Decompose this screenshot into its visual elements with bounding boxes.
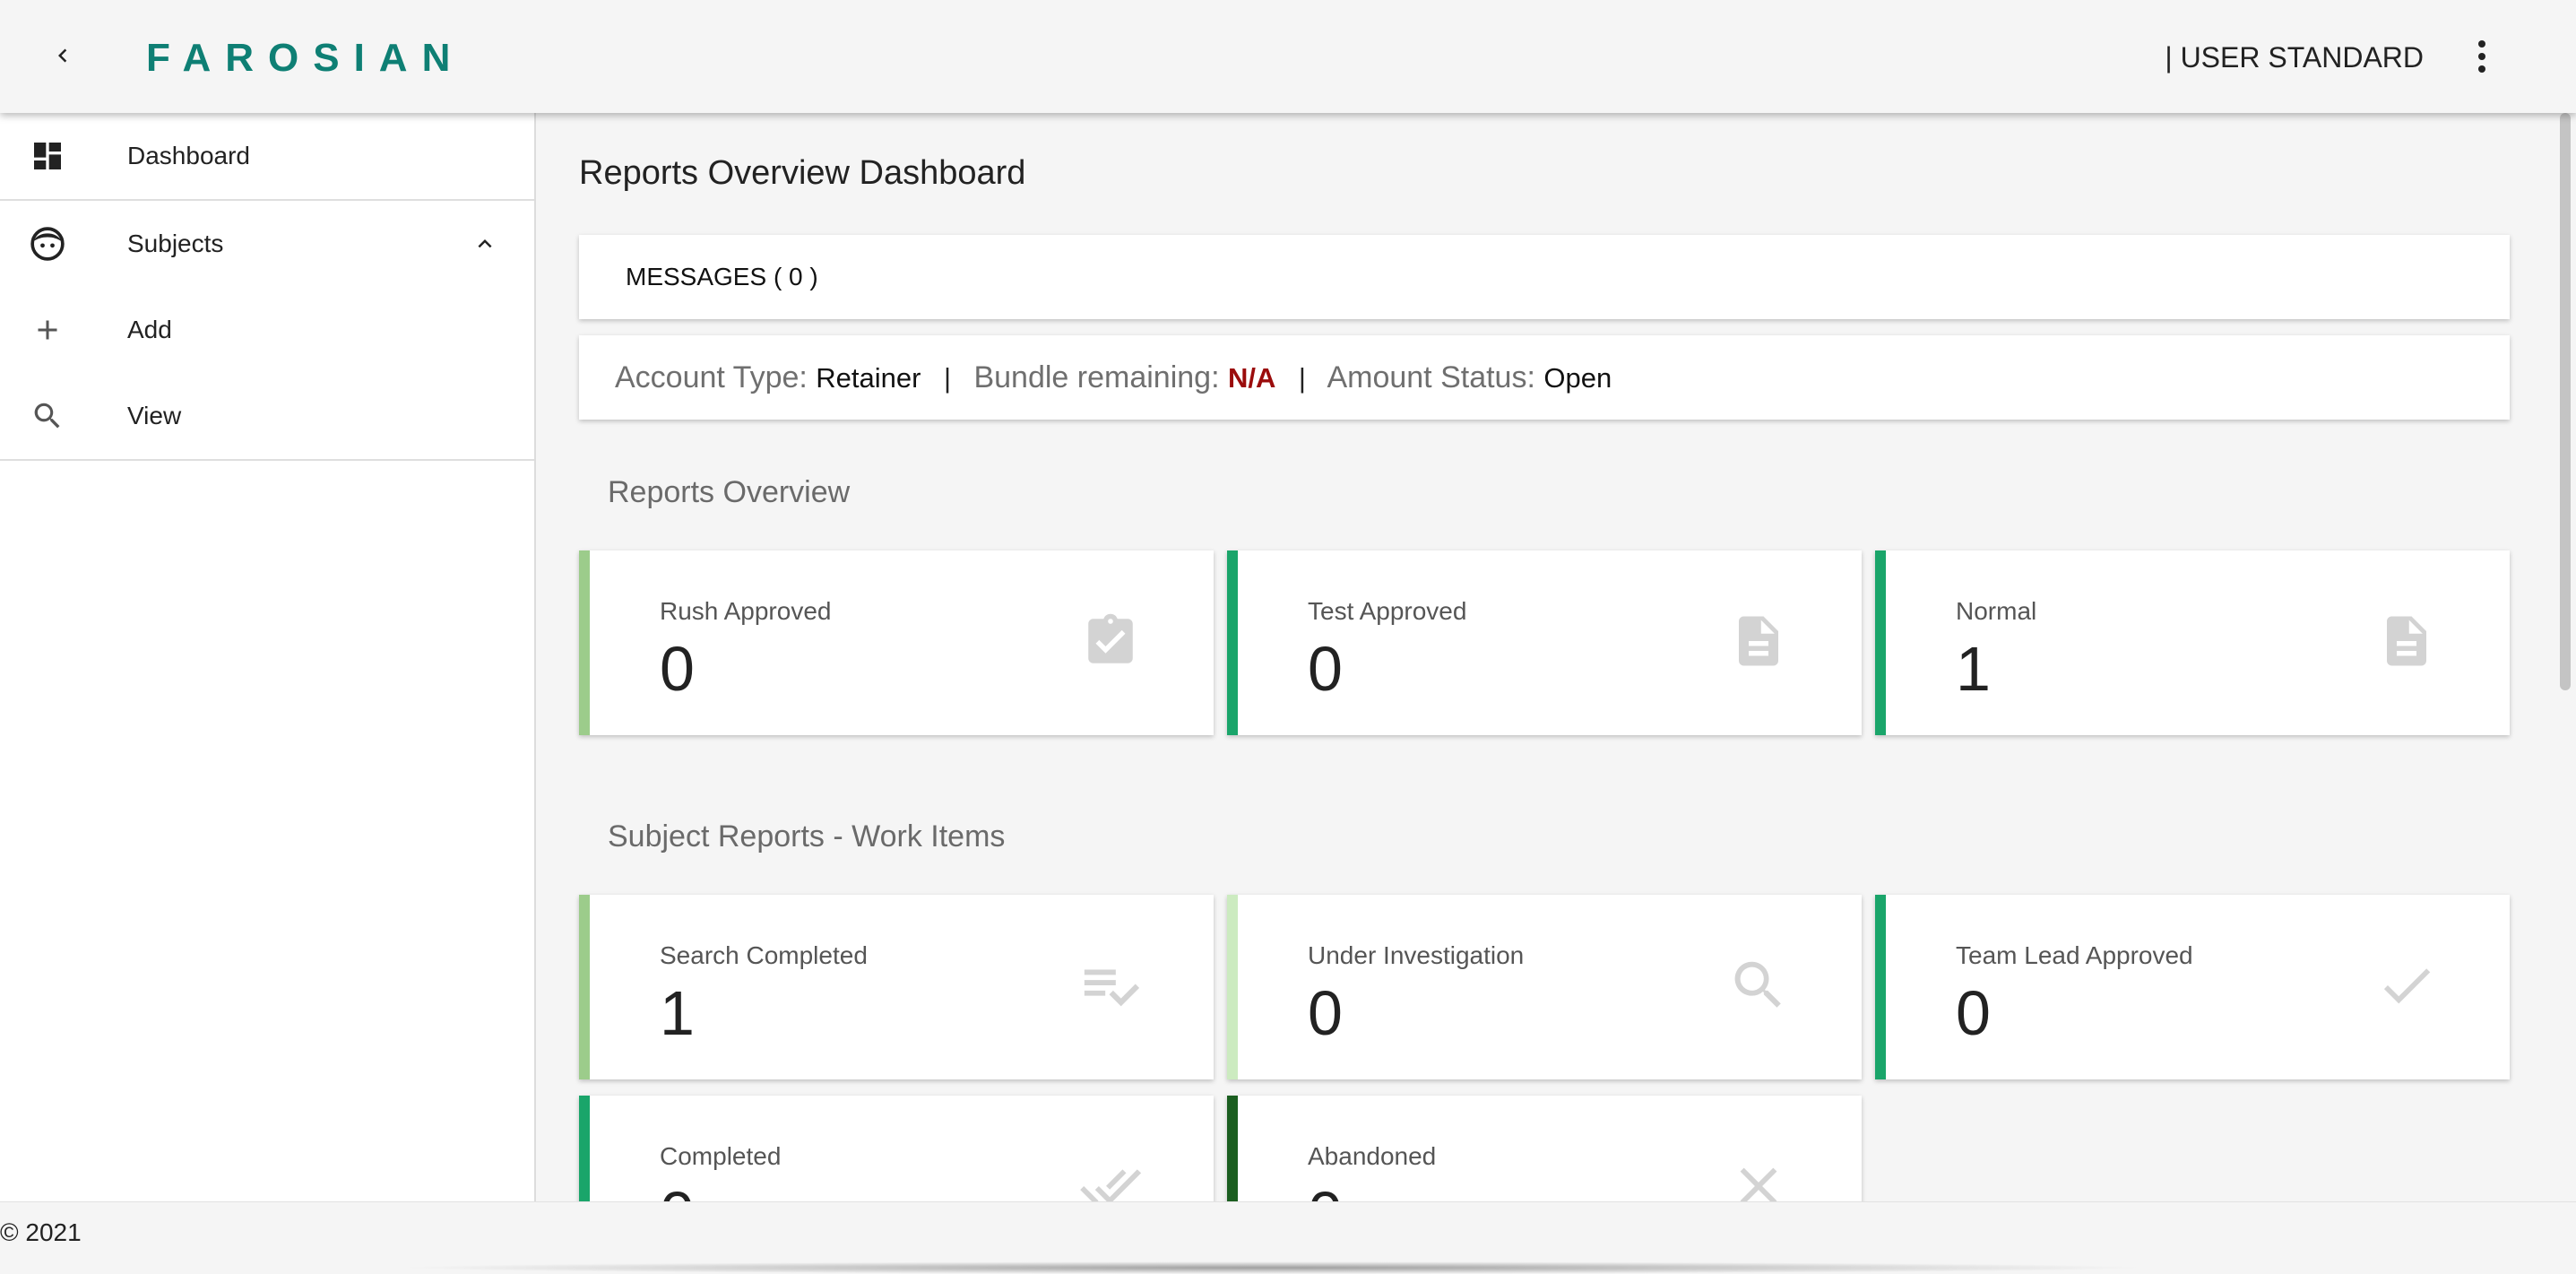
card-label: Abandoned — [1308, 1142, 1437, 1170]
card-value: 0 — [1308, 1178, 1343, 1201]
sidebar-item-subjects[interactable]: Subjects — [0, 201, 534, 287]
brand-logo[interactable]: FAROSIAN — [146, 36, 464, 81]
amount-status-value: Open — [1543, 362, 1612, 394]
separator: | — [1298, 362, 1306, 394]
user-role-label: | USER STANDARD — [2165, 41, 2424, 74]
card-completed[interactable]: Completed 0 — [579, 1096, 1214, 1201]
playlist-check-icon — [1079, 954, 1142, 1017]
account-type-key: Account Type: — [615, 360, 808, 394]
card-label: Normal — [1956, 597, 2037, 625]
check-icon — [2375, 954, 2438, 1017]
sidebar-item-label: Dashboard — [127, 142, 250, 169]
account-info-line: Account Type: Retainer | Bundle remainin… — [615, 360, 1612, 395]
amount-status-key: Amount Status: — [1327, 360, 1535, 394]
card-value: 0 — [1308, 634, 1343, 704]
card-value: 0 — [660, 1178, 695, 1201]
face-icon — [27, 223, 68, 264]
card-team-lead-approved[interactable]: Team Lead Approved 0 — [1875, 895, 2510, 1079]
chevron-left-icon — [58, 48, 67, 63]
work-items-title: Subject Reports - Work Items — [608, 819, 1006, 854]
sidebar-item-label: View — [127, 402, 182, 429]
footer-shadow — [394, 1261, 2151, 1274]
card-test-approved[interactable]: Test Approved 0 — [1227, 550, 1862, 735]
chevron-up-icon[interactable] — [470, 229, 500, 259]
card-label: Completed — [660, 1142, 782, 1170]
card-search-completed[interactable]: Search Completed 1 — [579, 895, 1214, 1079]
top-app-bar: FAROSIAN | USER STANDARD — [0, 0, 2576, 113]
sidebar-item-add[interactable]: Add — [0, 287, 534, 373]
search-icon — [1727, 954, 1790, 1017]
vertical-scrollbar[interactable] — [2554, 113, 2576, 1201]
description-icon — [2375, 610, 2438, 672]
card-abandoned[interactable]: Abandoned 0 — [1227, 1096, 1862, 1201]
account-type-value: Retainer — [816, 362, 921, 394]
card-value: 0 — [1308, 978, 1343, 1048]
assignment-turned-in-icon — [1079, 610, 1142, 672]
dashboard-icon — [27, 135, 68, 177]
messages-panel[interactable]: MESSAGES ( 0 ) — [579, 235, 2510, 319]
search-icon — [27, 395, 68, 437]
sidebar-item-label: Subjects — [127, 230, 224, 257]
account-info-panel: Account Type: Retainer | Bundle remainin… — [579, 335, 2510, 420]
close-icon — [1727, 1155, 1790, 1201]
done-all-icon — [1079, 1155, 1142, 1201]
footer: © 2021 — [0, 1201, 2576, 1274]
card-value: 0 — [1956, 978, 1991, 1048]
sidebar-item-dashboard[interactable]: Dashboard — [0, 113, 534, 199]
card-label: Test Approved — [1308, 597, 1467, 625]
card-value: 1 — [660, 978, 695, 1048]
more-vert-icon — [2478, 40, 2485, 73]
main-content: Reports Overview Dashboard MESSAGES ( 0 … — [538, 113, 2554, 1201]
back-button[interactable] — [45, 38, 81, 74]
page-title: Reports Overview Dashboard — [579, 154, 1026, 192]
separator: | — [943, 362, 951, 394]
bundle-remaining-value: N/A — [1227, 362, 1276, 394]
divider — [0, 459, 534, 461]
plus-icon — [27, 309, 68, 351]
card-normal[interactable]: Normal 1 — [1875, 550, 2510, 735]
card-under-investigation[interactable]: Under Investigation 0 — [1227, 895, 1862, 1079]
card-value: 1 — [1956, 634, 1991, 704]
more-options-button[interactable] — [2468, 36, 2495, 77]
sidebar-item-label: Add — [127, 316, 172, 343]
messages-label: MESSAGES ( 0 ) — [626, 263, 818, 290]
card-label: Team Lead Approved — [1956, 941, 2193, 969]
scrollbar-thumb[interactable] — [2560, 113, 2571, 690]
copyright-text: © 2021 — [0, 1218, 82, 1246]
card-rush-approved[interactable]: Rush Approved 0 — [579, 550, 1214, 735]
sidebar-nav: Dashboard Subjects Add View — [0, 113, 536, 1201]
card-label: Rush Approved — [660, 597, 832, 625]
reports-overview-title: Reports Overview — [608, 475, 851, 509]
card-value: 0 — [660, 634, 695, 704]
sidebar-item-view[interactable]: View — [0, 373, 534, 459]
card-label: Search Completed — [660, 941, 868, 969]
description-icon — [1727, 610, 1790, 672]
bundle-remaining-key: Bundle remaining: — [973, 360, 1220, 394]
card-label: Under Investigation — [1308, 941, 1525, 969]
